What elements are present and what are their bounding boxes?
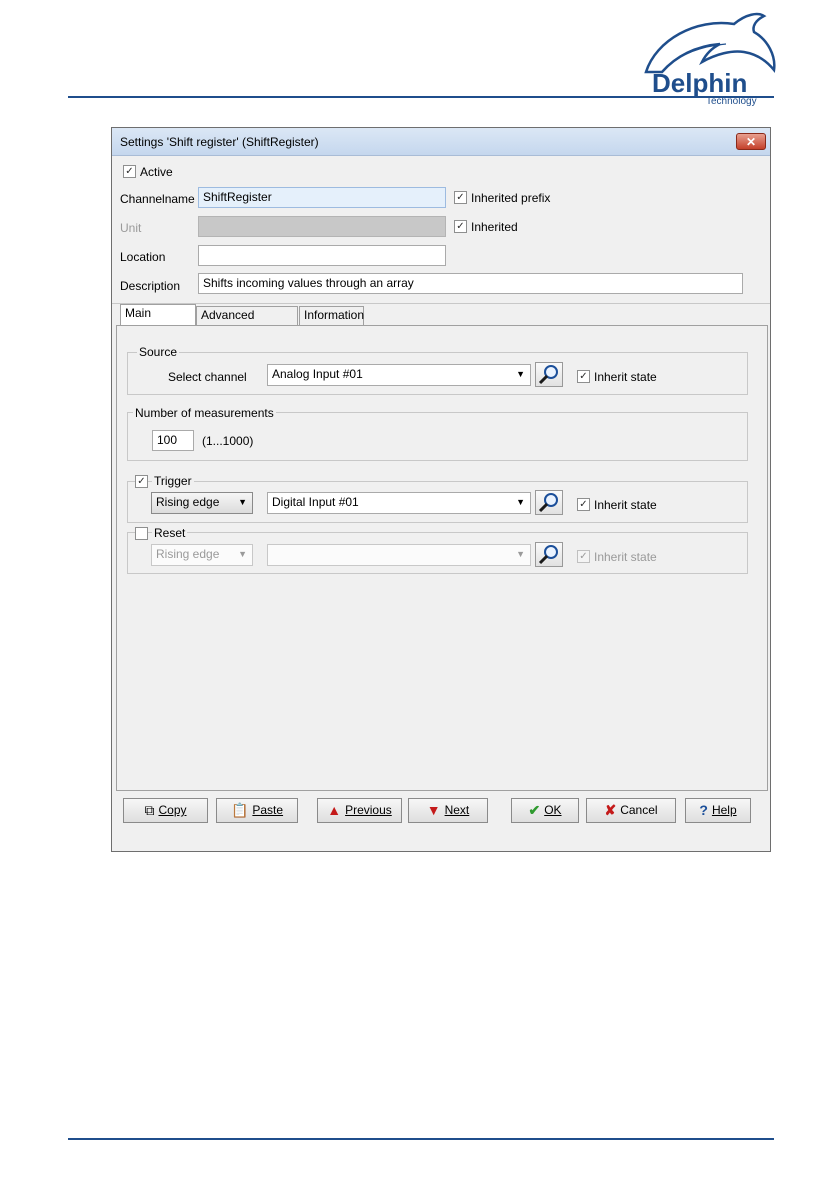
inherited-prefix-label: Inherited prefix [471, 191, 551, 205]
next-button[interactable]: ▼ Next [408, 798, 488, 823]
reset-checkbox[interactable] [135, 527, 148, 540]
cross-icon: ✘ [604, 802, 617, 818]
reset-edge-value: Rising edge [156, 547, 220, 561]
reset-inherit-label: Inherit state [594, 550, 657, 564]
reset-title: Reset [152, 526, 188, 540]
source-title: Source [137, 345, 180, 359]
description-label: Description [120, 279, 181, 293]
settings-dialog: Settings 'Shift register' (ShiftRegister… [111, 127, 771, 852]
question-icon: ? [699, 802, 708, 818]
paste-button[interactable]: 📋 Paste [216, 798, 298, 823]
magnifier-icon [538, 493, 558, 513]
divider [112, 303, 770, 304]
chevron-down-icon: ▼ [516, 549, 525, 559]
unit-input[interactable] [198, 216, 446, 237]
footer-rule [68, 1138, 774, 1140]
source-inherit-checkbox[interactable]: ✓ [577, 370, 590, 383]
reset-inherit-checkbox[interactable]: ✓ [577, 550, 590, 563]
ok-button[interactable]: ✔ OK [511, 798, 579, 823]
brand-name: Delphin [652, 68, 748, 98]
reset-browse-button[interactable] [535, 542, 563, 567]
trigger-inherit-label: Inherit state [594, 498, 657, 512]
tab-advanced-settings[interactable]: Advanced settings [196, 306, 298, 339]
delphin-logo: Delphin Technology [636, 10, 778, 110]
close-icon: ✕ [745, 135, 757, 149]
tab-main-settings[interactable]: Main settings [120, 304, 196, 337]
checkmark-icon: ✔ [528, 802, 541, 818]
trigger-browse-button[interactable] [535, 490, 563, 515]
copy-icon: ⧉ [144, 802, 155, 818]
arrow-up-icon: ▲ [327, 802, 342, 818]
measurements-title: Number of measurements [133, 406, 276, 420]
unit-label: Unit [120, 221, 142, 235]
tab-information[interactable]: Information [299, 306, 364, 325]
dialog-title: Settings 'Shift register' (ShiftRegister… [120, 135, 319, 149]
description-input[interactable]: Shifts incoming values through an array [198, 273, 743, 294]
channelname-input[interactable]: ShiftRegister [198, 187, 446, 208]
title-bar: Settings 'Shift register' (ShiftRegister… [112, 128, 770, 156]
copy-button[interactable]: ⧉ Copy [123, 798, 208, 823]
chevron-down-icon: ▼ [238, 549, 247, 559]
magnifier-icon [538, 545, 558, 565]
channelname-label: Channelname [120, 192, 195, 206]
select-channel-label: Select channel [168, 370, 247, 384]
source-channel-value: Analog Input #01 [272, 367, 363, 381]
inherited-unit-label: Inherited [471, 220, 518, 234]
cancel-button[interactable]: ✘ Cancel [586, 798, 676, 823]
trigger-channel-value: Digital Input #01 [272, 495, 359, 509]
trigger-edge-select[interactable]: Rising edge ▼ [151, 492, 253, 514]
location-input[interactable] [198, 245, 446, 266]
chevron-down-icon: ▼ [516, 497, 525, 507]
active-label: Active [140, 165, 173, 179]
source-inherit-label: Inherit state [594, 370, 657, 384]
magnifier-icon [538, 365, 558, 385]
brand-tagline: Technology [706, 96, 757, 107]
trigger-channel-select[interactable]: Digital Input #01 ▼ [267, 492, 531, 514]
previous-button[interactable]: ▲ Previous [317, 798, 402, 823]
close-button[interactable]: ✕ [736, 133, 766, 150]
chevron-down-icon: ▼ [516, 369, 525, 379]
active-checkbox[interactable]: ✓ [123, 165, 136, 178]
clipboard-icon: 📋 [230, 802, 249, 818]
inherited-prefix-checkbox[interactable]: ✓ [454, 191, 467, 204]
location-label: Location [120, 250, 166, 264]
main-settings-panel: Source Select channel Analog Input #01 ▼… [116, 325, 768, 791]
source-browse-button[interactable] [535, 362, 563, 387]
trigger-checkbox[interactable]: ✓ [135, 475, 148, 488]
reset-edge-select[interactable]: Rising edge ▼ [151, 544, 253, 566]
inherited-unit-checkbox[interactable]: ✓ [454, 220, 467, 233]
measurements-input[interactable]: 100 [152, 430, 194, 451]
trigger-title: Trigger [152, 474, 194, 488]
help-button[interactable]: ? Help [685, 798, 751, 823]
chevron-down-icon: ▼ [238, 497, 247, 507]
reset-channel-select[interactable]: ▼ [267, 544, 531, 566]
trigger-edge-value: Rising edge [156, 495, 220, 509]
trigger-inherit-checkbox[interactable]: ✓ [577, 498, 590, 511]
measurements-range: (1...1000) [202, 434, 254, 448]
source-channel-select[interactable]: Analog Input #01 ▼ [267, 364, 531, 386]
arrow-down-icon: ▼ [426, 802, 441, 818]
